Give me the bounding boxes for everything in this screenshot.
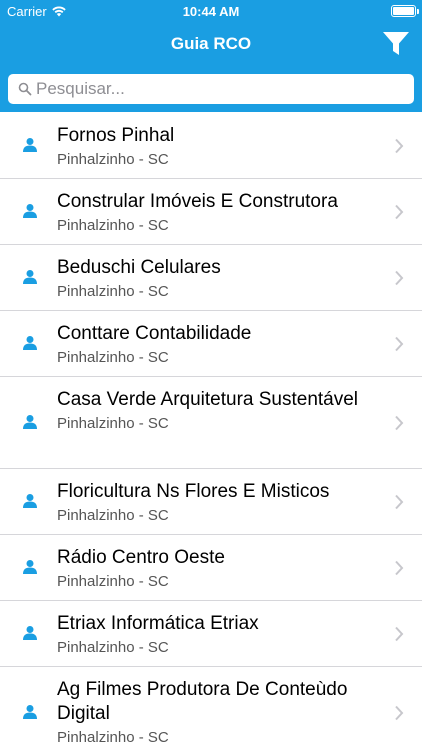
person-icon <box>23 138 37 152</box>
item-name: Ag Filmes Produtora De Conteùdo Digital <box>57 679 348 724</box>
chevron-right-icon <box>395 415 404 431</box>
list-item[interactable]: Ag Filmes Produtora De Conteùdo Digital … <box>0 667 422 750</box>
item-name: Conttare Contabilidade <box>57 323 252 344</box>
item-city: Pinhalzinho - SC <box>57 283 169 300</box>
item-name: Beduschi Celulares <box>57 257 221 278</box>
chevron-right-icon <box>395 626 404 642</box>
item-city: Pinhalzinho - SC <box>57 573 169 590</box>
person-icon <box>23 336 37 350</box>
status-time: 10:44 AM <box>182 4 240 19</box>
item-name: Rádio Centro Oeste <box>57 547 225 568</box>
search-field[interactable] <box>8 74 414 104</box>
person-icon <box>23 705 37 719</box>
filter-icon[interactable] <box>380 28 412 58</box>
chevron-right-icon <box>395 270 404 286</box>
list-item[interactable]: Constrular Imóveis E Construtora Pinhalz… <box>0 179 422 245</box>
item-city: Pinhalzinho - SC <box>57 507 169 524</box>
person-icon <box>23 626 37 640</box>
person-icon <box>23 560 37 574</box>
item-city: Pinhalzinho - SC <box>57 217 169 234</box>
list-item[interactable]: Etriax Informática Etriax Pinhalzinho - … <box>0 601 422 667</box>
chevron-right-icon <box>395 138 404 154</box>
battery-icon <box>391 5 419 17</box>
chevron-right-icon <box>395 560 404 576</box>
list-item[interactable]: Beduschi Celulares Pinhalzinho - SC <box>0 245 422 311</box>
person-icon <box>23 204 37 218</box>
list-item[interactable]: Casa Verde Arquitetura Sustentável Pinha… <box>0 377 422 469</box>
search-icon <box>18 82 32 96</box>
item-city: Pinhalzinho - SC <box>57 415 169 432</box>
navigation-bar: Guia RCO <box>0 22 422 66</box>
list-item[interactable]: Rádio Centro Oeste Pinhalzinho - SC <box>0 535 422 601</box>
item-city: Pinhalzinho - SC <box>57 151 169 168</box>
list-item[interactable]: Conttare Contabilidade Pinhalzinho - SC <box>0 311 422 377</box>
person-icon <box>23 415 37 429</box>
item-name: Casa Verde Arquitetura Sustentável <box>57 389 359 410</box>
item-name: Constrular Imóveis E Construtora <box>57 191 338 212</box>
item-city: Pinhalzinho - SC <box>57 639 169 656</box>
item-name: Etriax Informática Etriax <box>57 613 259 634</box>
page-title: Guia RCO <box>170 34 252 53</box>
search-input[interactable] <box>36 79 396 99</box>
list-item[interactable]: Floricultura Ns Flores E Misticos Pinhal… <box>0 469 422 535</box>
chevron-right-icon <box>395 705 404 721</box>
chevron-right-icon <box>395 204 404 220</box>
chevron-right-icon <box>395 494 404 510</box>
person-icon <box>23 494 37 508</box>
item-name: Floricultura Ns Flores E Misticos <box>57 481 330 502</box>
search-bar <box>0 66 422 112</box>
list-item[interactable]: Fornos Pinhal Pinhalzinho - SC <box>0 112 422 179</box>
business-list: Fornos Pinhal Pinhalzinho - SC Construla… <box>0 112 422 750</box>
item-city: Pinhalzinho - SC <box>57 349 169 366</box>
person-icon <box>23 270 37 284</box>
item-name: Fornos Pinhal <box>57 125 175 146</box>
item-city: Pinhalzinho - SC <box>57 729 169 746</box>
status-bar: Carrier 10:44 AM <box>0 0 422 22</box>
chevron-right-icon <box>395 336 404 352</box>
